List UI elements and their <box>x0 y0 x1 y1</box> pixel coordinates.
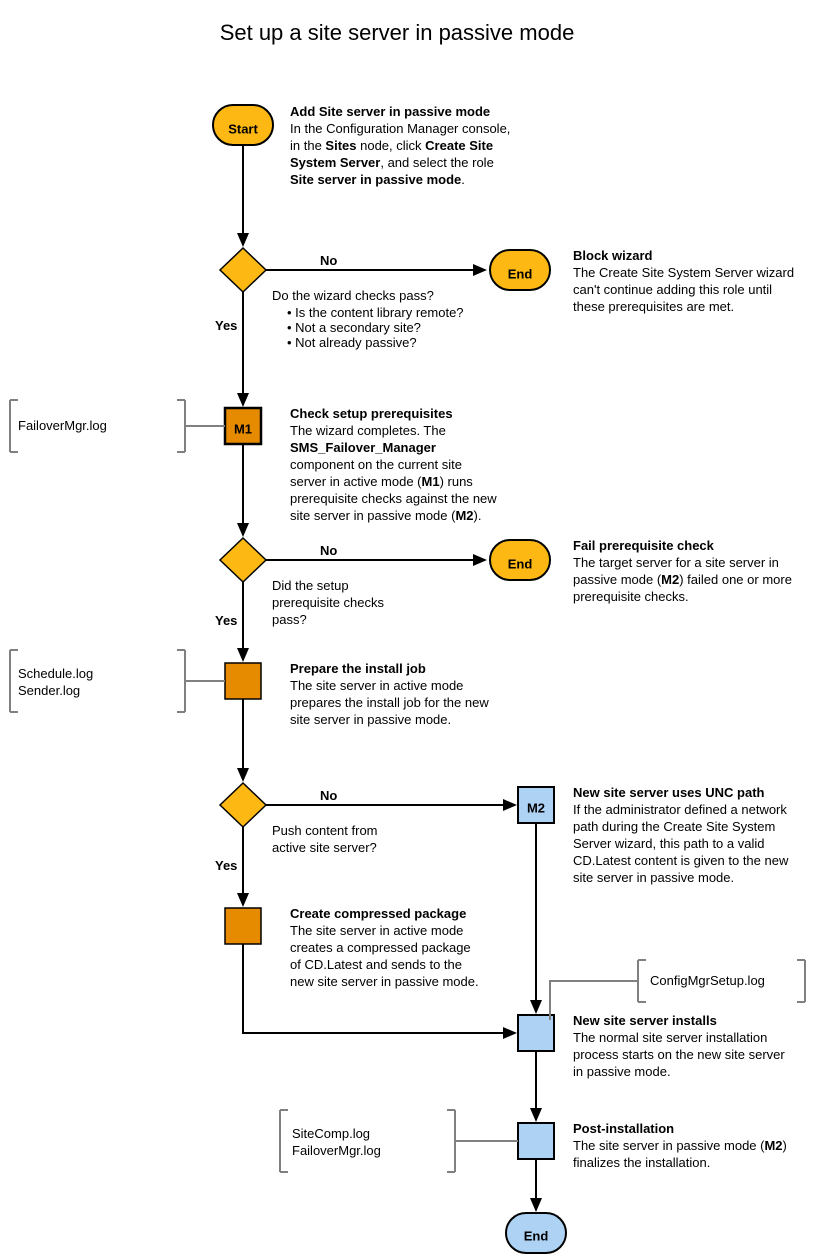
d1-q: Do the wizard checks pass? <box>272 288 434 303</box>
end-label-final: End <box>524 1228 549 1243</box>
bracket <box>797 960 805 1002</box>
n5-l4: new site server in passive mode. <box>290 974 479 989</box>
n7-t: Post-installation <box>573 1121 674 1136</box>
d1-b2: • Not a secondary site? <box>287 320 421 335</box>
e1-l2: can't continue adding this role until <box>573 282 772 297</box>
e2-l3: prerequisite checks. <box>573 589 689 604</box>
n3-l1: The site server in active mode <box>290 678 463 693</box>
n1-title: Add Site server in passive mode <box>290 104 490 119</box>
d2-l2: prerequisite checks <box>272 595 384 610</box>
n1-l4: Site server in passive mode. <box>290 172 465 187</box>
bracket <box>177 400 185 452</box>
g1: FailoverMgr.log <box>18 418 107 433</box>
yes-label: Yes <box>215 858 237 873</box>
flowchart: Set up a site server in passive mode Sta… <box>0 0 817 1259</box>
d1-b1: • Is the content library remote? <box>287 305 464 320</box>
e2-l2: passive mode (M2) failed one or more <box>573 572 792 587</box>
d3-l2: active site server? <box>272 840 377 855</box>
bracket <box>10 400 18 452</box>
decision-d1 <box>220 248 266 292</box>
n6-l1: The normal site server installation <box>573 1030 767 1045</box>
n1-l3: System Server, and select the role <box>290 155 494 170</box>
e1-t: Block wizard <box>573 248 653 263</box>
process-post <box>518 1123 554 1159</box>
n4-l3: Server wizard, this path to a valid <box>573 836 764 851</box>
decision-d2 <box>220 538 266 582</box>
d2-l1: Did the setup <box>272 578 349 593</box>
no-label: No <box>320 253 337 268</box>
n2-l6: site server in passive mode (M2). <box>290 508 481 523</box>
no-label: No <box>320 788 337 803</box>
n5-t: Create compressed package <box>290 906 466 921</box>
n2-l1: The wizard completes. The <box>290 423 446 438</box>
no-label: No <box>320 543 337 558</box>
n2-l3: component on the current site <box>290 457 462 472</box>
n1-l1: In the Configuration Manager console, <box>290 121 510 136</box>
g4b: FailoverMgr.log <box>292 1143 381 1158</box>
n5-l1: The site server in active mode <box>290 923 463 938</box>
g3: ConfigMgrSetup.log <box>650 973 765 988</box>
g2a: Schedule.log <box>18 666 93 681</box>
n3-t: Prepare the install job <box>290 661 426 676</box>
end-label-1: End <box>508 266 533 281</box>
n6-t: New site server installs <box>573 1013 717 1028</box>
decision-d3 <box>220 783 266 827</box>
n3-l3: site server in passive mode. <box>290 712 451 727</box>
bracket <box>280 1110 288 1172</box>
n6-l3: in passive mode. <box>573 1064 671 1079</box>
n2-l5: prerequisite checks against the new <box>290 491 497 506</box>
start-label: Start <box>228 121 258 136</box>
n4-l5: site server in passive mode. <box>573 870 734 885</box>
e1-l1: The Create Site System Server wizard <box>573 265 794 280</box>
d2-l3: pass? <box>272 612 307 627</box>
e2-l1: The target server for a site server in <box>573 555 779 570</box>
d1-b3: • Not already passive? <box>287 335 417 350</box>
n2-l4: server in active mode (M1) runs <box>290 474 473 489</box>
e2-t: Fail prerequisite check <box>573 538 715 553</box>
n5-l2: creates a compressed package <box>290 940 471 955</box>
n2-t: Check setup prerequisites <box>290 406 453 421</box>
page-title: Set up a site server in passive mode <box>220 20 575 45</box>
bracket <box>10 650 18 712</box>
g4a: SiteComp.log <box>292 1126 370 1141</box>
process-compressed <box>225 908 261 944</box>
process-prepare <box>225 663 261 699</box>
n7-l1: The site server in passive mode (M2) <box>573 1138 787 1153</box>
bracket <box>177 650 185 712</box>
n5-l3: of CD.Latest and sends to the <box>290 957 462 972</box>
n4-l2: path during the Create Site System <box>573 819 775 834</box>
g2b: Sender.log <box>18 683 80 698</box>
m2-label: M2 <box>527 800 545 815</box>
process-installs <box>518 1015 554 1051</box>
bracket <box>638 960 646 1002</box>
end-label-2: End <box>508 556 533 571</box>
d3-l1: Push content from <box>272 823 378 838</box>
n4-l4: CD.Latest content is given to the new <box>573 853 789 868</box>
n3-l2: prepares the install job for the new <box>290 695 489 710</box>
n6-l2: process starts on the new site server <box>573 1047 785 1062</box>
n4-t: New site server uses UNC path <box>573 785 765 800</box>
yes-label: Yes <box>215 613 237 628</box>
n4-l1: If the administrator defined a network <box>573 802 787 817</box>
n1-l2: in the Sites node, click Create Site <box>290 138 493 153</box>
n7-l2: finalizes the installation. <box>573 1155 710 1170</box>
m1-label: M1 <box>234 421 252 436</box>
n2-l2: SMS_Failover_Manager <box>290 440 436 455</box>
yes-label: Yes <box>215 318 237 333</box>
e1-l3: these prerequisites are met. <box>573 299 734 314</box>
bracket <box>447 1110 455 1172</box>
